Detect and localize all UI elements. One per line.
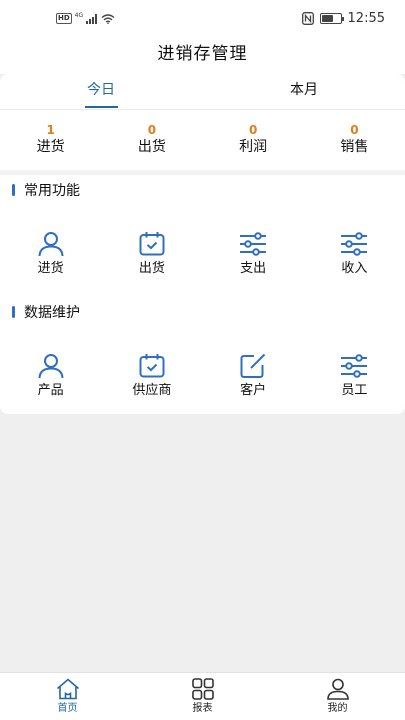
- function-label: 收入: [341, 261, 368, 276]
- section-data-maintenance: 数据维护: [12, 302, 80, 322]
- person-icon: [38, 232, 64, 257]
- nav-profile[interactable]: 我的: [270, 673, 405, 720]
- section-marker: [12, 306, 15, 318]
- function-label: 支出: [240, 261, 267, 276]
- stat-value: 0: [350, 123, 359, 137]
- function-income[interactable]: 收入: [304, 231, 405, 281]
- stat-value: 1: [46, 123, 55, 137]
- section-marker: [12, 184, 15, 196]
- section-title: 数据维护: [24, 305, 80, 321]
- stat-sales[interactable]: 0 销售: [304, 122, 405, 162]
- nav-label: 我的: [327, 703, 348, 714]
- person-icon: [38, 354, 64, 379]
- function-expense[interactable]: 支出: [203, 231, 304, 281]
- status-right: 12:55: [301, 11, 385, 26]
- user-icon: [326, 678, 349, 700]
- section-title: 常用功能: [24, 183, 80, 199]
- function-label: 进货: [37, 261, 64, 276]
- bottom-nav: 首页 报表 我的: [0, 672, 405, 720]
- stat-label: 销售: [340, 139, 369, 155]
- stat-value: 0: [147, 123, 157, 137]
- stats-row: 1 进货 0 出货 0 利润 0 销售: [0, 122, 405, 162]
- maintenance-label: 员工: [341, 383, 368, 398]
- section-divider: [0, 170, 405, 175]
- common-functions-grid: 进货 出货 支出 收入: [0, 231, 405, 281]
- nav-reports[interactable]: 报表: [135, 673, 270, 720]
- edit-icon: [240, 353, 266, 378]
- network-generation: 4G: [74, 12, 84, 19]
- wifi-icon: [101, 13, 115, 24]
- main-card: 今日 本月 1 进货 0 出货 0 利润 0 销售 常用功能 进货 出货 支出 …: [0, 74, 405, 414]
- maintenance-customer[interactable]: 客户: [203, 353, 304, 403]
- battery-icon: [319, 13, 344, 24]
- sliders-icon: [341, 354, 368, 378]
- maintenance-product[interactable]: 产品: [0, 353, 101, 403]
- maintenance-supplier[interactable]: 供应商: [101, 353, 202, 403]
- stat-value: 0: [248, 123, 258, 137]
- tab-month[interactable]: 本月: [203, 74, 405, 110]
- data-maintenance-grid: 产品 供应商 客户 员工: [0, 353, 405, 403]
- active-tab-indicator: [85, 106, 118, 108]
- maintenance-label: 客户: [240, 383, 267, 398]
- grid-icon: [191, 678, 214, 700]
- stat-label: 利润: [239, 139, 268, 155]
- page-title: 进销存管理: [157, 44, 248, 64]
- stat-purchase[interactable]: 1 进货: [0, 122, 101, 162]
- app-header: 进销存管理: [0, 38, 405, 74]
- nav-home[interactable]: 首页: [0, 673, 135, 720]
- signal-icon: [86, 13, 98, 24]
- calendar-check-icon: [139, 232, 165, 256]
- maintenance-employee[interactable]: 员工: [304, 353, 405, 403]
- stat-label: 出货: [137, 139, 166, 155]
- nav-label: 首页: [57, 703, 78, 714]
- battery-fill: [321, 15, 334, 22]
- tab-today[interactable]: 今日: [0, 74, 202, 110]
- function-shipment[interactable]: 出货: [101, 231, 202, 281]
- sliders-icon: [240, 232, 267, 256]
- hd-badge: HD: [56, 13, 72, 24]
- period-tabs: 今日 本月: [0, 74, 405, 110]
- maintenance-label: 产品: [37, 383, 64, 398]
- stat-label: 进货: [36, 139, 65, 155]
- maintenance-label: 供应商: [132, 383, 172, 398]
- function-label: 出货: [138, 261, 165, 276]
- sliders-icon: [341, 232, 368, 256]
- calendar-check-icon: [139, 354, 165, 378]
- nav-label: 报表: [192, 703, 213, 714]
- home-icon: [56, 678, 79, 700]
- stat-profit[interactable]: 0 利润: [203, 122, 304, 162]
- clock: 12:55: [347, 11, 385, 26]
- status-bar: HD 4G 12:55: [0, 0, 405, 38]
- function-purchase[interactable]: 进货: [0, 231, 101, 281]
- stat-shipment[interactable]: 0 出货: [101, 122, 202, 162]
- status-left: HD 4G: [56, 12, 115, 24]
- nfc-icon: [301, 12, 314, 25]
- section-common-functions: 常用功能: [12, 180, 80, 200]
